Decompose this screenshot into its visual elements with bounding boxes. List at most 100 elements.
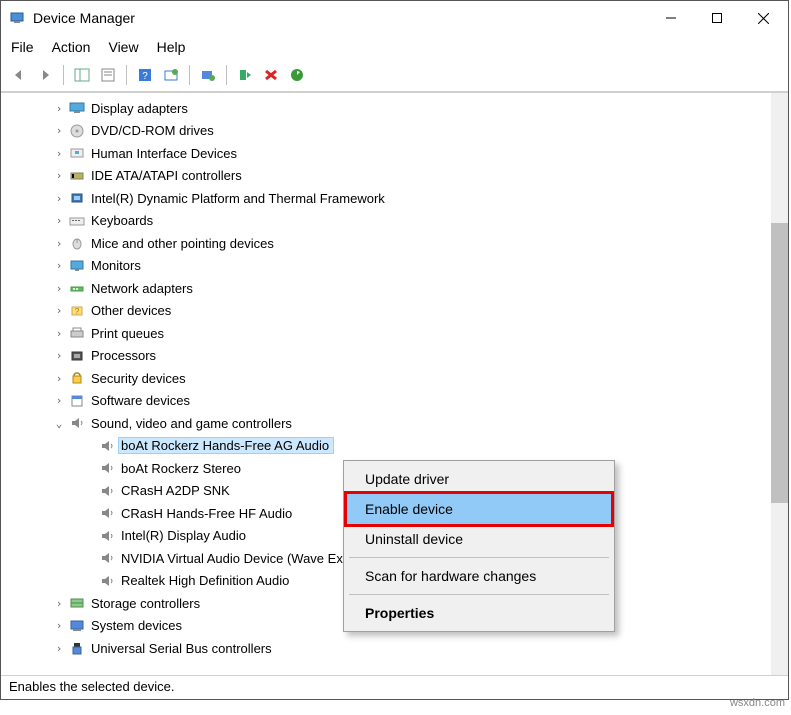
minimize-button[interactable] bbox=[648, 3, 694, 33]
toolbar-sep bbox=[63, 65, 64, 85]
chevron-right-icon[interactable]: › bbox=[51, 597, 67, 610]
chevron-right-icon[interactable]: › bbox=[51, 192, 67, 205]
tree-leaf[interactable]: boAt Rockerz Hands-Free AG Audio bbox=[1, 435, 771, 458]
tree-leaf-label: Realtek High Definition Audio bbox=[121, 573, 289, 588]
tree-node[interactable]: › Intel(R) Dynamic Platform and Thermal F… bbox=[1, 187, 771, 210]
printer-icon bbox=[67, 325, 87, 341]
chevron-right-icon[interactable]: › bbox=[51, 147, 67, 160]
display-icon bbox=[67, 100, 87, 116]
ide-icon bbox=[67, 168, 87, 184]
tree-node[interactable]: › Keyboards bbox=[1, 210, 771, 233]
uninstall-button[interactable] bbox=[259, 63, 283, 87]
tree-node[interactable]: › Software devices bbox=[1, 390, 771, 413]
disc-icon bbox=[67, 123, 87, 139]
menu-view[interactable]: View bbox=[108, 39, 138, 55]
tree-leaf-label: boAt Rockerz Stereo bbox=[121, 461, 241, 476]
tree-node[interactable]: ›Security devices bbox=[1, 367, 771, 390]
ctx-uninstall-device[interactable]: Uninstall device bbox=[347, 524, 611, 554]
tree-node[interactable]: ›Human Interface Devices bbox=[1, 142, 771, 165]
tree-node[interactable]: › Universal Serial Bus controllers bbox=[1, 637, 771, 660]
tree-leaf-label: boAt Rockerz Hands-Free AG Audio bbox=[118, 437, 334, 454]
hid-icon bbox=[67, 145, 87, 161]
tree-node[interactable]: › Mice and other pointing devices bbox=[1, 232, 771, 255]
window-title: Device Manager bbox=[33, 10, 648, 26]
chevron-right-icon[interactable]: › bbox=[51, 327, 67, 340]
tree-node-label: Universal Serial Bus controllers bbox=[91, 641, 272, 656]
ctx-scan-hardware[interactable]: Scan for hardware changes bbox=[347, 561, 611, 591]
chevron-right-icon[interactable]: › bbox=[51, 259, 67, 272]
tree-node-label: IDE ATA/ATAPI controllers bbox=[91, 168, 242, 183]
scroll-thumb[interactable] bbox=[771, 223, 788, 503]
other-icon: ? bbox=[67, 303, 87, 319]
speaker-icon bbox=[97, 505, 117, 521]
titlebar[interactable]: Device Manager bbox=[1, 1, 788, 35]
close-button[interactable] bbox=[740, 3, 786, 33]
storage-icon bbox=[67, 595, 87, 611]
tree-node[interactable]: ›Monitors bbox=[1, 255, 771, 278]
chevron-right-icon[interactable]: › bbox=[51, 642, 67, 655]
chevron-right-icon[interactable]: › bbox=[51, 214, 67, 227]
menu-file[interactable]: File bbox=[11, 39, 34, 55]
tree-node-label: Software devices bbox=[91, 393, 190, 408]
refresh-button[interactable] bbox=[285, 63, 309, 87]
chevron-right-icon[interactable]: › bbox=[51, 124, 67, 137]
tree-node[interactable]: › Processors bbox=[1, 345, 771, 368]
tree-node-label: Processors bbox=[91, 348, 156, 363]
forward-button[interactable] bbox=[33, 63, 57, 87]
scan-button[interactable] bbox=[159, 63, 183, 87]
chevron-right-icon[interactable]: › bbox=[51, 394, 67, 407]
chevron-right-icon[interactable]: › bbox=[51, 282, 67, 295]
tree-node[interactable]: ›Display adapters bbox=[1, 97, 771, 120]
monitor-icon bbox=[67, 258, 87, 274]
chevron-right-icon[interactable]: › bbox=[51, 102, 67, 115]
tree-leaf-label: Intel(R) Display Audio bbox=[121, 528, 246, 543]
speaker-icon bbox=[97, 550, 117, 566]
tree-node-label: Sound, video and game controllers bbox=[91, 416, 292, 431]
ctx-update-driver[interactable]: Update driver bbox=[347, 464, 611, 494]
ctx-properties[interactable]: Properties bbox=[347, 598, 611, 628]
chevron-right-icon[interactable]: › bbox=[51, 304, 67, 317]
toolbar-sep bbox=[126, 65, 127, 85]
tree-node-label: Keyboards bbox=[91, 213, 153, 228]
enable-button[interactable] bbox=[233, 63, 257, 87]
usb-icon bbox=[67, 640, 87, 656]
back-button[interactable] bbox=[7, 63, 31, 87]
menu-help[interactable]: Help bbox=[157, 39, 186, 55]
tree-node-label: DVD/CD-ROM drives bbox=[91, 123, 214, 138]
menu-action[interactable]: Action bbox=[52, 39, 91, 55]
chevron-right-icon[interactable]: › bbox=[51, 169, 67, 182]
svg-text:?: ? bbox=[75, 307, 80, 316]
tree-leaf-label: CRasH Hands-Free HF Audio bbox=[121, 506, 292, 521]
statusbar: Enables the selected device. bbox=[1, 675, 788, 699]
vertical-scrollbar[interactable] bbox=[771, 93, 788, 675]
chevron-right-icon[interactable]: › bbox=[51, 372, 67, 385]
tree-node[interactable]: › DVD/CD-ROM drives bbox=[1, 120, 771, 143]
tree-node[interactable]: › IDE ATA/ATAPI controllers bbox=[1, 165, 771, 188]
tree-node[interactable]: ⌄ Sound, video and game controllers bbox=[1, 412, 771, 435]
tree-node[interactable]: ›?Other devices bbox=[1, 300, 771, 323]
menubar: File Action View Help bbox=[1, 35, 788, 61]
ctx-enable-device[interactable]: Enable device bbox=[344, 491, 614, 527]
update-driver-button[interactable] bbox=[196, 63, 220, 87]
speaker-icon bbox=[97, 483, 117, 499]
speaker-icon bbox=[97, 460, 117, 476]
tree-leaf-label: CRasH A2DP SNK bbox=[121, 483, 230, 498]
sound-icon bbox=[67, 415, 87, 431]
properties-button[interactable] bbox=[96, 63, 120, 87]
chevron-right-icon[interactable]: › bbox=[51, 349, 67, 362]
mouse-icon bbox=[67, 235, 87, 251]
tree-node-label: Intel(R) Dynamic Platform and Thermal Fr… bbox=[91, 191, 385, 206]
tree-node[interactable]: ›Print queues bbox=[1, 322, 771, 345]
maximize-button[interactable] bbox=[694, 3, 740, 33]
chevron-down-icon[interactable]: ⌄ bbox=[51, 417, 67, 430]
network-icon bbox=[67, 280, 87, 296]
help-button[interactable]: ? bbox=[133, 63, 157, 87]
tree-node[interactable]: › Network adapters bbox=[1, 277, 771, 300]
show-hide-tree-button[interactable] bbox=[70, 63, 94, 87]
chevron-right-icon[interactable]: › bbox=[51, 237, 67, 250]
security-icon bbox=[67, 370, 87, 386]
speaker-icon bbox=[97, 438, 117, 454]
tree-node-label: Mice and other pointing devices bbox=[91, 236, 274, 251]
chevron-right-icon[interactable]: › bbox=[51, 619, 67, 632]
tree-node-label: Network adapters bbox=[91, 281, 193, 296]
